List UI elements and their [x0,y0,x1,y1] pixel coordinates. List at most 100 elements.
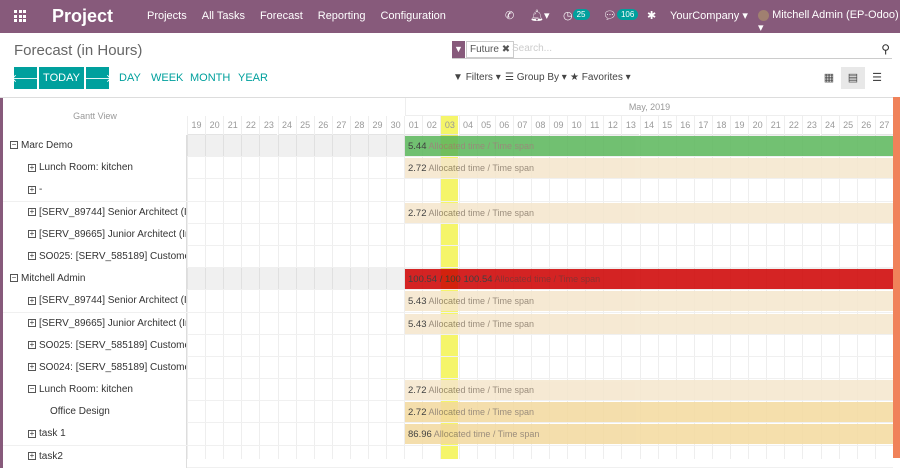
month-header: May, 2019 [405,98,893,116]
row-header[interactable]: + SO025: [SERV_585189] Customer [3,334,187,357]
day-label: 21 [224,116,242,135]
day-label: 23 [260,116,278,135]
menu-projects[interactable]: Projects [147,10,187,22]
collapse-icon[interactable]: − [10,274,18,283]
scale-week[interactable]: WEEK [151,72,183,84]
row-header[interactable]: +[SERV_89665] Junior Architect (Invoice … [3,312,187,335]
expand-icon[interactable]: + [28,363,36,372]
collapse-icon[interactable]: − [10,141,18,150]
bar-value: 86.96 [408,429,432,441]
search-icon[interactable]: ⚲ [881,42,890,56]
bar-caption: Allocated time / Time span [428,163,535,174]
gantt-bar[interactable]: 86.96 Allocated time / Time span [405,424,893,445]
expand-icon[interactable]: + [28,296,36,305]
row-label: SO025: [SERV_585189] Customer [39,339,187,351]
gantt-row: + task2 [3,445,893,468]
user-menu[interactable]: Mitchell Admin (EP-Odoo) ▾ [758,9,900,34]
menu-configuration[interactable]: Configuration [380,10,445,22]
search-input[interactable]: Search... [512,43,552,54]
expand-icon[interactable]: + [28,252,36,261]
list-view-icon[interactable]: ☰ [865,67,889,89]
app-brand[interactable]: Project [52,6,113,27]
favorites-dropdown[interactable]: ★ Favorites ▾ [570,72,631,83]
group-by-dropdown[interactable]: ☰ Group By ▾ [505,72,567,83]
row-header[interactable]: + SO025: [SERV_585189] Customer [3,245,187,268]
day-label: 01 [405,116,423,135]
next-button[interactable]: 🡒 [83,67,112,89]
expand-icon[interactable]: + [28,341,36,350]
gantt-bar[interactable]: 2.72 Allocated time / Time span [405,202,893,223]
bar-value: 2.72 [408,407,427,419]
gantt-view-icon[interactable]: ▤ [841,67,865,89]
row-header[interactable]: +[SERV_89665] Junior Architect (Invoice … [3,223,187,246]
menu-reporting[interactable]: Reporting [318,10,366,22]
row-header[interactable]: + Lunch Room: kitchen [3,157,187,180]
day-label: 30 [387,116,405,135]
gantt-bar[interactable]: 2.72 Allocated time / Time span [405,402,893,423]
scrollbar[interactable] [893,97,900,458]
bar-value: 2.72 [408,163,427,175]
grid-view-icon[interactable]: ▦ [817,67,841,89]
gantt-row: + SO024: [SERV_585189] Customer [3,356,893,380]
row-label: SO024: [SERV_585189] Customer [39,361,187,373]
row-header[interactable]: + SO024: [SERV_585189] Customer [3,356,187,379]
today-button[interactable]: TODAY [39,67,84,89]
collapse-icon[interactable]: − [28,385,36,394]
gantt-row: +[SERV_89744] Senior Architect (Invoice … [3,290,893,313]
gantt-row: − Mitchell Admin 100.54 / 100 100.54 Alloc… [3,268,893,291]
row-label: task 1 [39,428,66,440]
scale-month[interactable]: MONTH [190,72,230,84]
day-label: 25 [839,116,857,135]
avatar [758,9,769,21]
expand-icon[interactable]: + [28,207,36,216]
bar-caption: Allocated time / Time span [433,429,540,440]
prev-button[interactable]: 🡐 [11,67,40,89]
day-label: 24 [278,116,296,135]
page-title: Forecast (in Hours) [14,42,143,59]
expand-icon[interactable]: + [28,230,36,239]
search-bar: ▼ Future ✖ Search... ⚲ [452,40,892,59]
row-header[interactable]: Office Design [3,401,187,424]
gantt-bar[interactable]: 100.54 / 100 100.54 Allocated time / Tim… [405,269,893,290]
row-header[interactable]: + - [3,179,187,202]
scale-day[interactable]: DAY [119,72,141,84]
filters-dropdown[interactable]: ▼ Filters ▾ [453,72,501,83]
expand-icon[interactable]: + [28,451,36,460]
gantt-view: Gantt View May, 2019 19 20 21 22 23 24 25 26 27 2… [0,97,893,468]
gantt-bar[interactable]: 2.72 Allocated time / Time span [405,158,893,179]
gantt-bar[interactable]: 5.43 Allocated time / Time span [405,313,893,334]
row-header[interactable]: − Mitchell Admin [3,268,187,291]
day-label: 11 [586,116,604,135]
row-header[interactable]: + task 1 [3,423,187,446]
gantt-bar[interactable]: 2.72 Allocated time / Time span [405,380,893,401]
gantt-bar[interactable]: 5.43 Allocated time / Time span [405,291,893,312]
expand-icon[interactable]: + [28,318,36,327]
day-label: 17 [694,116,712,135]
expand-icon[interactable]: + [28,429,36,438]
day-label: 25 [296,116,314,135]
activity-icon[interactable]: ◷ 25 [563,9,590,22]
day-label: 09 [550,116,568,135]
scale-year[interactable]: YEAR [238,72,268,84]
search-facet[interactable]: Future ✖ [466,41,515,58]
bell-icon[interactable]: 🔔︎▾ [530,9,550,22]
company-switcher[interactable]: YourCompany ▾ [670,9,748,22]
facet-label: Future [470,44,499,55]
gantt-bar[interactable]: 5.44 Allocated time / Time span [405,136,893,156]
expand-icon[interactable]: + [28,163,36,172]
apps-menu-icon[interactable] [14,10,27,22]
row-header[interactable]: − Marc Demo [3,135,187,157]
row-header[interactable]: − Lunch Room: kitchen [3,379,187,402]
menu-forecast[interactable]: Forecast [260,10,303,22]
bug-icon[interactable]: ✱ [647,9,656,22]
messages-icon[interactable]: 💬︎ 106 [603,9,639,22]
menu-all-tasks[interactable]: All Tasks [202,10,245,22]
day-label: 26 [314,116,332,135]
row-header[interactable]: +[SERV_89744] Senior Architect (Invoice … [3,201,187,224]
row-header[interactable]: + task2 [3,445,187,468]
row-header[interactable]: +[SERV_89744] Senior Architect (Invoice … [3,290,187,313]
phone-icon[interactable]: ✆ [505,9,514,22]
row-label: Mitchell Admin [21,273,86,285]
remove-facet-icon[interactable]: ✖ [502,44,510,55]
expand-icon[interactable]: + [28,185,36,194]
